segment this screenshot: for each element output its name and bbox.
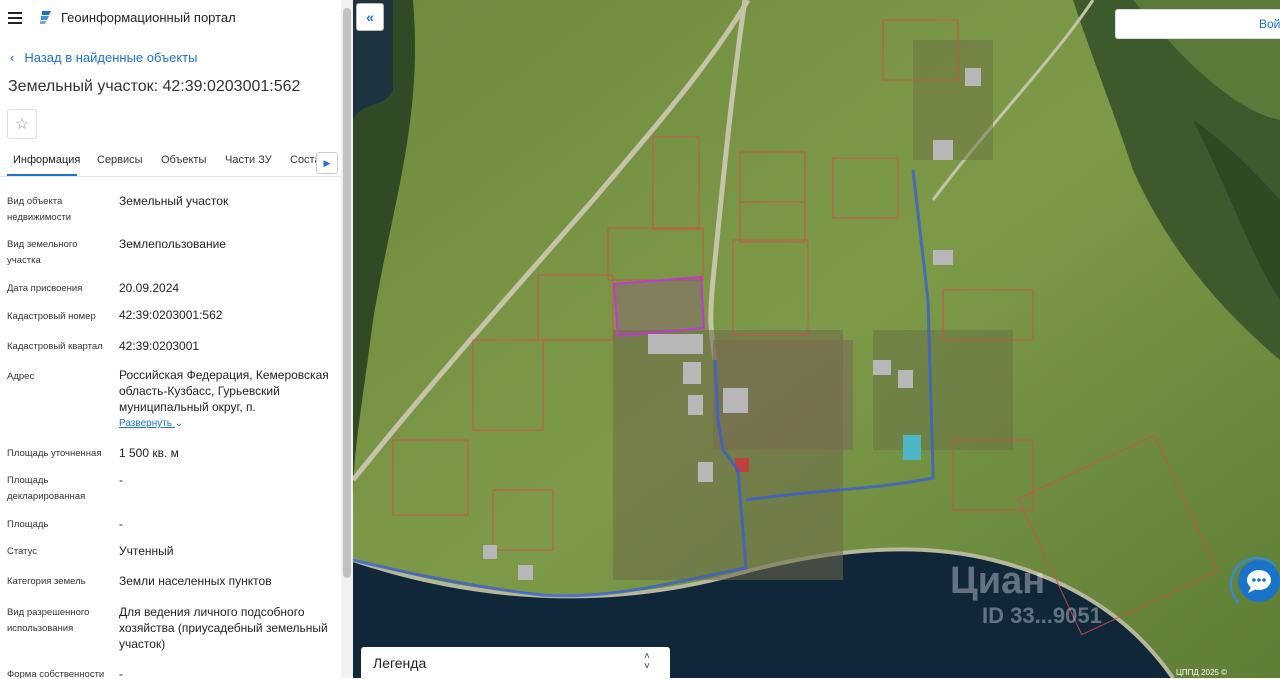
label-land-category: Категория земель (7, 576, 86, 587)
map-imagery (353, 0, 1280, 678)
login-button[interactable]: Вой (1115, 9, 1280, 39)
double-chevron-left-icon: « (366, 9, 374, 25)
value-permitted-use: Для ведения личного подсобного хозяйства… (119, 605, 328, 651)
selected-parcel[interactable] (612, 275, 706, 338)
label-status: Статус (7, 546, 38, 557)
tab-objects[interactable]: Объекты (161, 154, 206, 166)
value-land-category: Земли населенных пунктов (119, 574, 272, 588)
label-area: Площадь (7, 519, 49, 530)
chevron-down-icon: ⌄ (174, 418, 184, 429)
label-area-declared: Площадь декларированная (7, 475, 86, 502)
active-tab-indicator (7, 174, 77, 176)
chevron-left-icon: ‹ (10, 50, 15, 65)
label-cadastral-number: Кадастровый номер (7, 311, 96, 322)
portal-logo-icon (40, 11, 51, 24)
tab-services[interactable]: Сервисы (97, 154, 143, 166)
back-link[interactable]: ‹ Назад в найденные объекты (10, 50, 197, 65)
back-link-label: Назад в найденные объекты (24, 50, 198, 65)
value-object-type: Земельный участок (119, 194, 229, 208)
legend-label: Легенда (373, 655, 427, 671)
favorite-star-icon[interactable]: ☆ (7, 109, 37, 139)
value-area: - (119, 517, 123, 531)
label-area-specified: Площадь уточненная (7, 448, 102, 459)
label-address: Адрес (7, 371, 35, 382)
map-copyright: ЦППД 2025 © (1176, 668, 1227, 677)
panel-scrollbar[interactable] (341, 0, 353, 678)
panel-header: Геоинформационный портал (0, 0, 341, 36)
value-parcel-type: Землепользование (119, 237, 226, 251)
value-status: Учтенный (119, 544, 174, 558)
label-ownership: Форма собственности (7, 669, 105, 678)
tab-parts[interactable]: Части ЗУ (225, 154, 272, 166)
expand-label: Развернуть (119, 418, 173, 429)
label-assign-date: Дата присвоения (7, 283, 83, 294)
scrollbar-thumb[interactable] (343, 8, 351, 578)
chat-ring (1230, 557, 1280, 611)
hamburger-menu-icon[interactable] (8, 12, 22, 24)
expand-collapse-icon[interactable]: ˄ ˅ (644, 652, 650, 672)
legend-panel[interactable]: Легенда ˄ ˅ (361, 647, 670, 679)
expand-address-link[interactable]: Развернуть ⌄ (119, 418, 183, 429)
tab-information[interactable]: Информация (13, 154, 80, 166)
value-cadastral-quarter: 42:39:0203001 (119, 339, 200, 353)
satellite-map[interactable]: Циан ID 33...9051 (353, 0, 1280, 678)
value-cadastral-number: 42:39:0203001:562 (119, 308, 223, 322)
app-title: Геоинформационный портал (61, 10, 236, 25)
value-assign-date: 20.09.2024 (119, 281, 180, 295)
label-object-type: Вид объекта недвижимости (7, 196, 72, 223)
page-title: Земельный участок: 42:39:0203001:562 (8, 78, 301, 95)
value-ownership: - (119, 667, 123, 678)
watermark-text: Циан (950, 560, 1046, 602)
collapse-panel-button[interactable]: « (356, 3, 384, 31)
login-label: Вой (1259, 17, 1280, 31)
tab-bar: Информация Сервисы Объекты Части ЗУ Сост… (0, 148, 341, 177)
label-parcel-type: Вид земельного участка (7, 239, 78, 266)
value-area-specified: 1 500 кв. м (119, 446, 179, 460)
watermark-id: ID 33...9051 (982, 603, 1102, 628)
value-area-declared: - (119, 473, 123, 487)
value-address: Российская Федерация, Кемеровская област… (119, 368, 329, 414)
chat-button[interactable] (1230, 557, 1280, 611)
label-cadastral-quarter: Кадастровый квартал (7, 341, 103, 352)
info-panel: Геоинформационный портал ‹ Назад в найден… (0, 0, 341, 678)
label-permitted-use: Вид разрешенного использования (7, 607, 90, 634)
tabs-scroll-right-icon[interactable]: ▶ (316, 152, 338, 174)
